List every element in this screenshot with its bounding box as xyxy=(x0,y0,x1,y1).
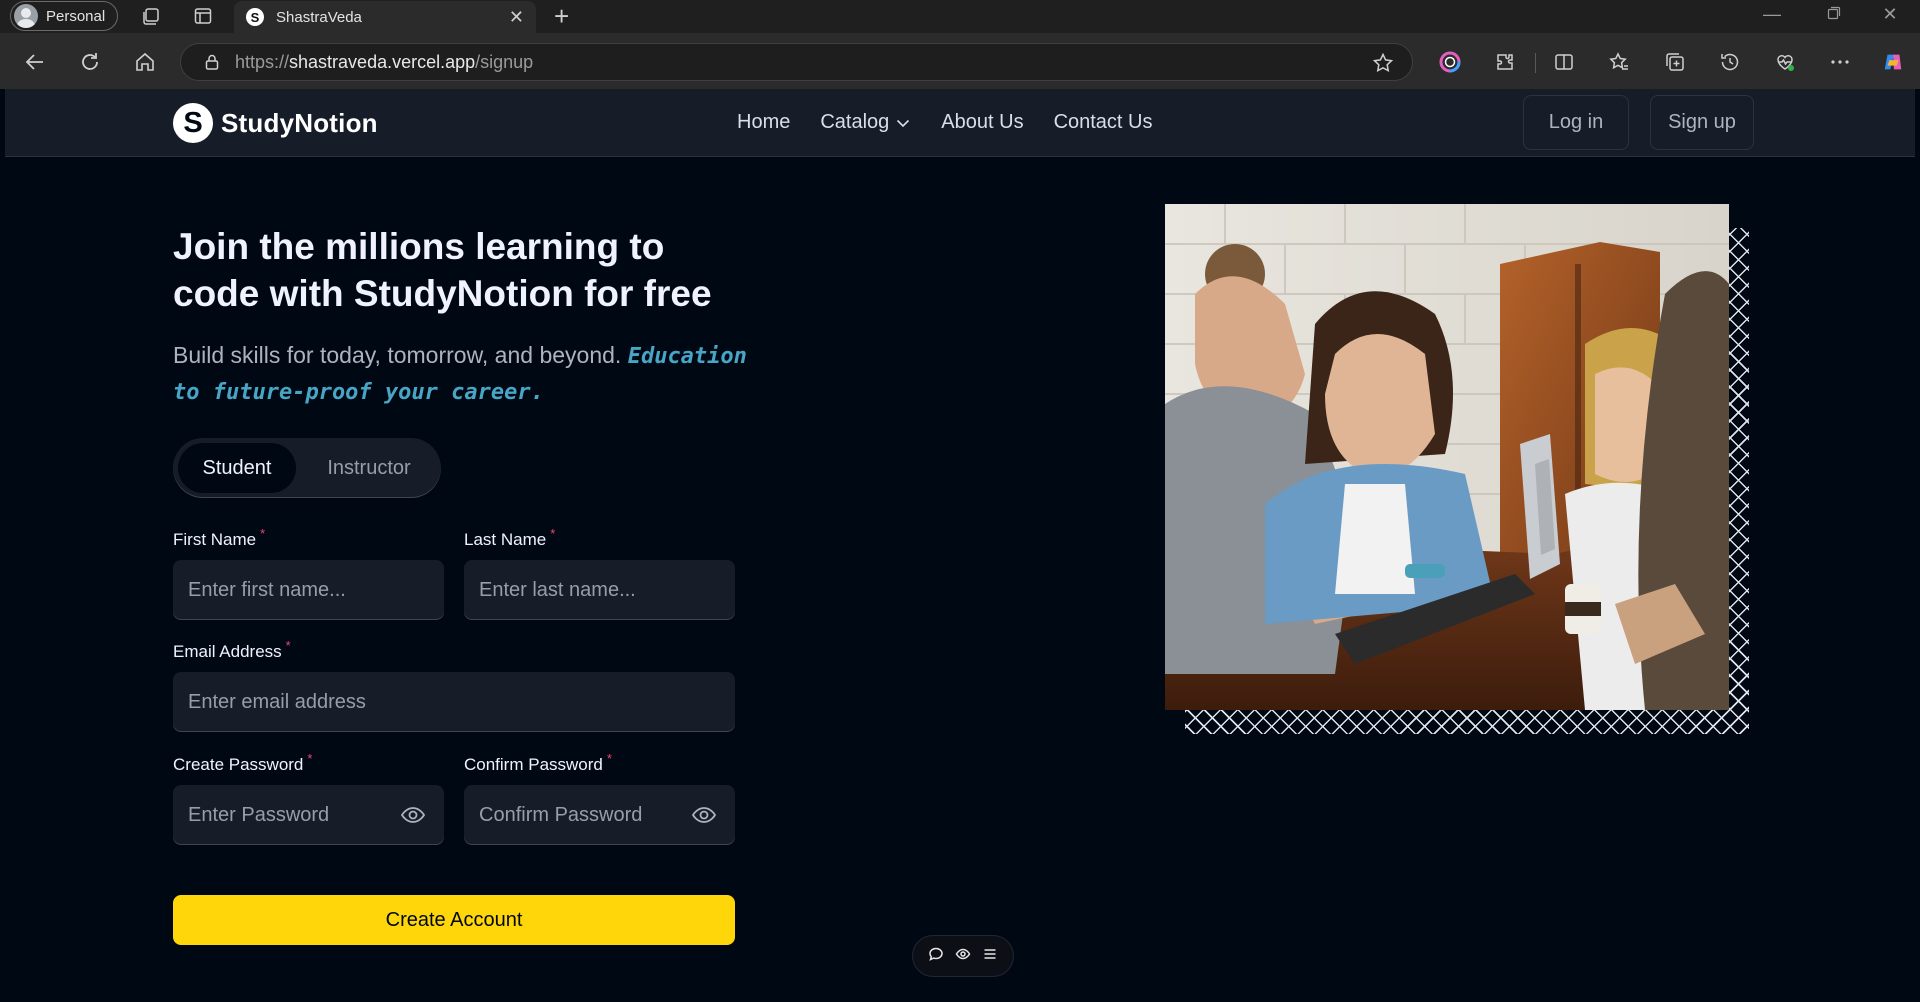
logo[interactable]: S StudyNotion xyxy=(173,103,378,143)
nav-contact-us[interactable]: Contact Us xyxy=(1054,111,1153,134)
nav-about-us[interactable]: About Us xyxy=(941,111,1023,134)
first-name-label: First Name * xyxy=(173,526,266,549)
last-name-label: Last Name * xyxy=(464,526,556,549)
reload-icon[interactable] xyxy=(79,51,101,73)
profile-button[interactable]: Personal xyxy=(10,1,118,31)
back-icon[interactable] xyxy=(24,51,46,73)
logo-text: StudyNotion xyxy=(221,107,378,138)
star-icon[interactable] xyxy=(1372,52,1394,74)
navbar: S StudyNotion Home Catalog About Us Cont… xyxy=(5,89,1915,157)
browser-toolbar: https://shastraveda.vercel.app/signup xyxy=(0,33,1920,89)
create-account-button[interactable]: Create Account xyxy=(173,895,735,945)
logo-mark: S xyxy=(173,103,213,143)
more-icon[interactable] xyxy=(1829,51,1851,73)
tab-shastraveda[interactable]: S ShastraVeda ✕ xyxy=(234,1,536,33)
nav-links: Home Catalog About Us Contact Us xyxy=(737,111,1153,134)
color-wheel-icon[interactable] xyxy=(1439,51,1461,73)
signup-button[interactable]: Sign up xyxy=(1650,95,1754,150)
floating-toolbar xyxy=(912,935,1014,977)
hero-subtext: Build skills for today, tomorrow, and be… xyxy=(173,338,753,410)
favicon-icon: S xyxy=(246,8,264,26)
confirm-password-label: Confirm Password * xyxy=(464,751,612,774)
page: S StudyNotion Home Catalog About Us Cont… xyxy=(5,89,1915,1002)
new-tab-icon[interactable]: + xyxy=(554,3,569,29)
first-name-field[interactable] xyxy=(173,560,444,620)
email-field[interactable] xyxy=(173,672,735,732)
browser-tab-bar: Personal S ShastraVeda ✕ + — ✕ xyxy=(0,0,1920,33)
subtext-plain: Build skills for today, tomorrow, and be… xyxy=(173,342,622,368)
copilot-icon[interactable] xyxy=(1882,51,1904,73)
menu-icon[interactable] xyxy=(982,946,998,967)
login-button[interactable]: Log in xyxy=(1523,95,1629,150)
comment-icon[interactable] xyxy=(928,946,944,967)
page-title: Join the millions learning to code with … xyxy=(173,226,712,314)
avatar xyxy=(14,4,38,28)
workspaces-icon[interactable] xyxy=(140,5,162,27)
role-toggle: Student Instructor xyxy=(173,438,441,498)
show-confirm-password-eye-icon[interactable] xyxy=(690,801,718,829)
minimize-icon[interactable]: — xyxy=(1752,4,1792,25)
close-window-icon[interactable]: ✕ xyxy=(1870,4,1910,25)
collections-icon[interactable] xyxy=(1664,51,1686,73)
eye-icon[interactable] xyxy=(955,946,971,967)
email-label: Email Address * xyxy=(173,638,291,661)
chevron-down-icon xyxy=(897,119,910,127)
role-student-tab[interactable]: Student xyxy=(178,443,296,493)
url-text: https://shastraveda.vercel.app/signup xyxy=(235,51,534,72)
restore-icon[interactable] xyxy=(1814,4,1854,25)
tab-actions-icon[interactable] xyxy=(192,5,214,27)
heart-pulse-icon[interactable] xyxy=(1774,51,1796,73)
address-bar[interactable]: https://shastraveda.vercel.app/signup xyxy=(180,43,1413,81)
tab-title: ShastraVeda xyxy=(276,8,362,26)
lock-icon xyxy=(205,54,219,70)
toolbar-divider xyxy=(1535,53,1536,73)
history-icon[interactable] xyxy=(1719,51,1741,73)
last-name-field[interactable] xyxy=(464,560,735,620)
close-tab-icon[interactable]: ✕ xyxy=(509,7,524,28)
nav-catalog-label: Catalog xyxy=(820,111,890,133)
split-screen-icon[interactable] xyxy=(1553,51,1575,73)
show-password-eye-icon[interactable] xyxy=(399,801,427,829)
home-icon[interactable] xyxy=(134,51,156,73)
hero-image-area xyxy=(1165,204,1749,734)
profile-label: Personal xyxy=(46,7,106,25)
extensions-icon[interactable] xyxy=(1494,51,1516,73)
nav-home[interactable]: Home xyxy=(737,111,790,134)
favorites-icon[interactable] xyxy=(1608,51,1630,73)
role-instructor-tab[interactable]: Instructor xyxy=(304,443,434,493)
create-password-label: Create Password * xyxy=(173,751,313,774)
students-photo xyxy=(1165,204,1729,710)
nav-catalog[interactable]: Catalog xyxy=(820,111,911,134)
